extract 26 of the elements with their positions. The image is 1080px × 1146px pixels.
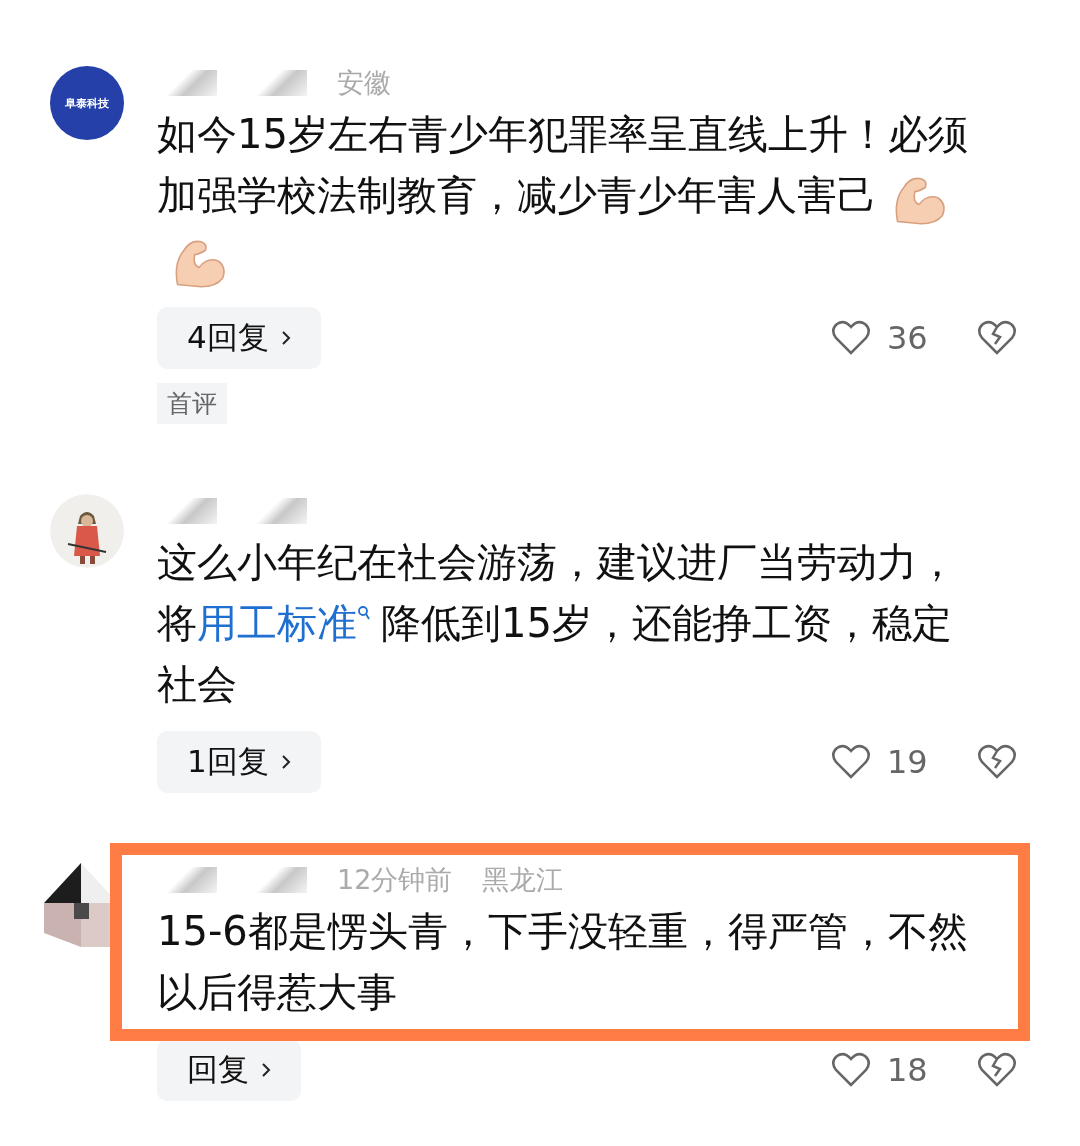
comment-meta: 安徽 [337, 66, 391, 100]
comment-text: 15-6都是愣头青，下手没轻重，得严管，不然以后得惹大事 [157, 907, 969, 1017]
comment-text: 这么小年纪在社会游荡，建议进厂当劳动力，将用工标准 降低到15岁，还能挣工资，稳定社会 [157, 538, 958, 709]
like-icon[interactable] [831, 744, 871, 780]
like-count: 18 [887, 1051, 929, 1089]
search-link[interactable]: 用工标准 [197, 600, 381, 646]
comment-meta: 黑龙江 [482, 863, 564, 897]
chevron-icon [261, 1062, 271, 1078]
dislike-icon[interactable] [977, 744, 1017, 780]
replies-button[interactable]: 4回复 [157, 307, 321, 369]
replies-button[interactable]: 1回复 [157, 731, 321, 793]
comment-text: 如今15岁左右青少年犯罪率呈直线上升！必须加强学校法制教育，减少青少年害人害己 [157, 104, 969, 291]
comment-meta: 12分钟前 [337, 863, 453, 897]
like-icon[interactable] [831, 320, 871, 356]
like-count: 19 [887, 743, 929, 781]
like-count: 36 [887, 319, 929, 357]
logo-text: 阜泰科技 [65, 95, 109, 111]
dislike-icon[interactable] [977, 320, 1017, 356]
dislike-icon[interactable] [977, 1052, 1017, 1088]
search-icon [357, 605, 371, 621]
chevron-icon [280, 754, 291, 770]
first-comment-tag: 首评 [157, 383, 227, 424]
replies-button[interactable]: 回复 [157, 1039, 301, 1101]
avatar[interactable]: 阜泰科技 [50, 66, 124, 140]
like-icon[interactable] [831, 1052, 871, 1088]
chevron-icon [280, 330, 291, 346]
